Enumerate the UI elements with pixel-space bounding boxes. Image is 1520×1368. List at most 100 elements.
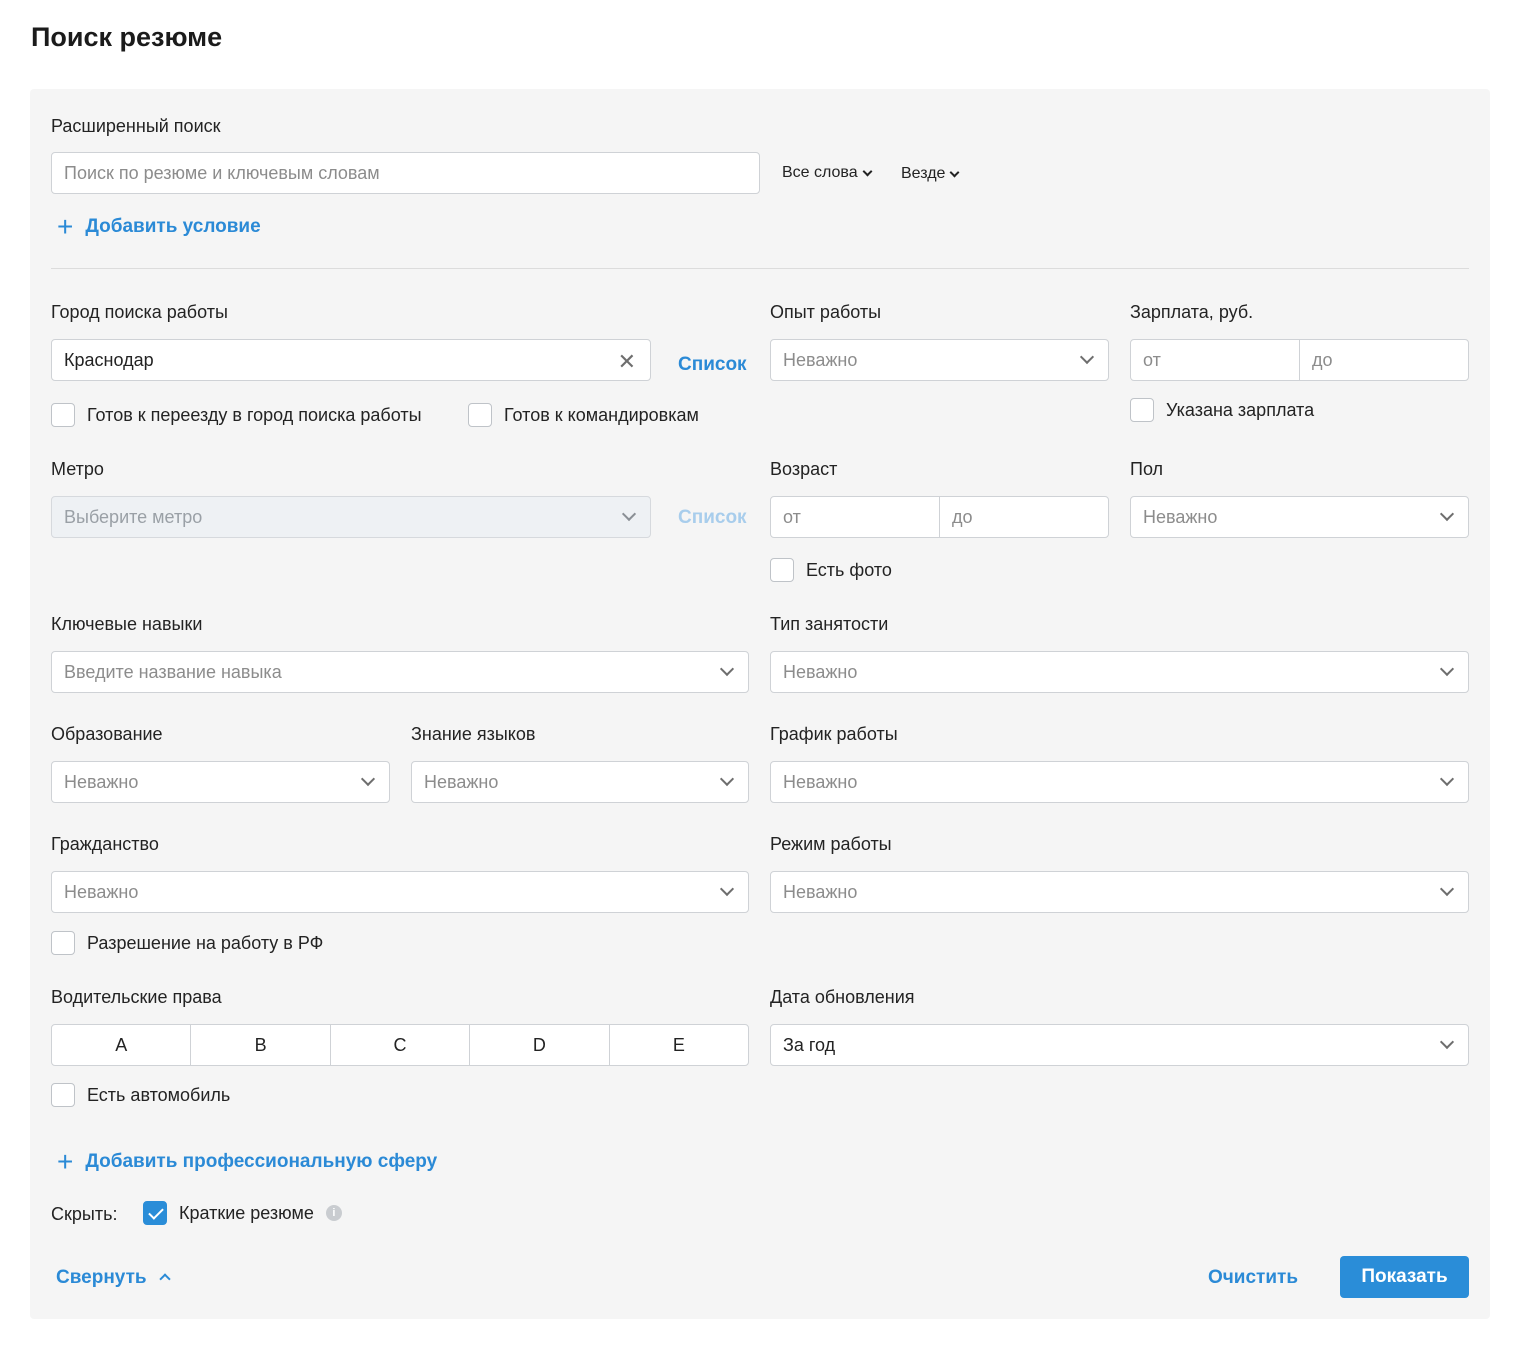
- experience-select[interactable]: Неважно: [770, 339, 1109, 381]
- metro-label: Метро: [51, 459, 104, 479]
- gender-select[interactable]: Неважно: [1130, 496, 1469, 538]
- advanced-search-label: Расширенный поиск: [51, 116, 221, 136]
- city-list-link[interactable]: Список: [678, 354, 747, 376]
- metro-select[interactable]: Выберите метро: [51, 496, 651, 538]
- chevron-down-icon: [1079, 349, 1095, 365]
- chevron-down-icon: [1439, 506, 1455, 522]
- salary-to-placeholder: до: [1312, 349, 1333, 370]
- keyword-search-input[interactable]: Поиск по резюме и ключевым словам: [51, 152, 760, 194]
- city-input[interactable]: Краснодар ✕: [51, 339, 651, 381]
- relocate-checkbox[interactable]: Готов к переезду в город поиска работы: [51, 403, 422, 427]
- chevron-up-icon: [158, 1273, 171, 1285]
- clear-button[interactable]: Очистить: [1208, 1267, 1298, 1289]
- salary-from-placeholder: от: [1143, 349, 1161, 370]
- words-mode-dropdown[interactable]: Все слова: [782, 164, 873, 182]
- updated-select[interactable]: За год: [770, 1024, 1469, 1066]
- chevron-down-icon: [360, 771, 376, 787]
- education-select[interactable]: Неважно: [51, 761, 390, 803]
- checkbox-box[interactable]: [51, 931, 75, 955]
- work-mode-select[interactable]: Неважно: [770, 871, 1469, 913]
- divider: [51, 268, 1469, 269]
- chevron-down-icon: [1439, 661, 1455, 677]
- close-icon[interactable]: ✕: [618, 349, 636, 375]
- employment-value: Неважно: [783, 661, 858, 682]
- age-label: Возраст: [770, 459, 838, 479]
- where-mode-value: Везде: [901, 165, 946, 182]
- words-mode-value: Все слова: [782, 164, 858, 181]
- salary-range: от до: [1130, 339, 1469, 381]
- schedule-label: График работы: [770, 724, 898, 744]
- age-to-input[interactable]: до: [939, 497, 1108, 537]
- salary-from-input[interactable]: от: [1131, 340, 1299, 380]
- salary-specified-label: Указана зарплата: [1166, 399, 1315, 420]
- license-category-c[interactable]: C: [329, 1025, 469, 1065]
- add-condition-link[interactable]: + Добавить условие: [57, 213, 261, 241]
- schedule-value: Неважно: [783, 771, 858, 792]
- citizenship-label: Гражданство: [51, 834, 159, 854]
- page-title: Поиск резюме: [31, 22, 223, 52]
- age-from-placeholder: от: [783, 506, 801, 527]
- has-car-checkbox[interactable]: Есть автомобиль: [51, 1083, 230, 1107]
- license-category-b[interactable]: B: [190, 1025, 329, 1065]
- collapse-link[interactable]: Свернуть: [56, 1267, 171, 1289]
- work-permit-checkbox[interactable]: Разрешение на работу в РФ: [51, 931, 323, 955]
- languages-value: Неважно: [424, 771, 499, 792]
- has-photo-checkbox[interactable]: Есть фото: [770, 558, 892, 582]
- short-resumes-checkbox[interactable]: Краткие резюме i: [143, 1201, 342, 1225]
- license-category-a[interactable]: A: [52, 1025, 190, 1065]
- updated-value: За год: [783, 1034, 836, 1055]
- city-label: Город поиска работы: [51, 302, 228, 322]
- gender-label: Пол: [1130, 459, 1164, 479]
- updated-label: Дата обновления: [770, 987, 915, 1007]
- relocate-label: Готов к переезду в город поиска работы: [87, 404, 422, 425]
- short-resumes-label: Краткие резюме: [179, 1202, 314, 1223]
- work-mode-label: Режим работы: [770, 834, 892, 854]
- checkbox-checked[interactable]: [143, 1201, 167, 1225]
- employment-select[interactable]: Неважно: [770, 651, 1469, 693]
- checkbox-box[interactable]: [51, 403, 75, 427]
- chevron-down-icon: [719, 661, 735, 677]
- experience-value: Неважно: [783, 349, 858, 370]
- skills-label: Ключевые навыки: [51, 614, 203, 634]
- skills-placeholder: Введите название навыка: [64, 661, 282, 682]
- checkbox-box[interactable]: [1130, 398, 1154, 422]
- salary-label: Зарплата, руб.: [1130, 302, 1254, 322]
- show-button[interactable]: Показать: [1340, 1256, 1469, 1298]
- languages-select[interactable]: Неважно: [411, 761, 749, 803]
- license-category-e[interactable]: E: [608, 1025, 748, 1065]
- age-range: от до: [770, 496, 1109, 538]
- schedule-select[interactable]: Неважно: [770, 761, 1469, 803]
- plus-icon: +: [57, 1146, 74, 1177]
- metro-placeholder: Выберите метро: [64, 506, 203, 527]
- chevron-down-icon: [1439, 881, 1455, 897]
- add-sphere-link[interactable]: + Добавить профессиональную сферу: [57, 1148, 437, 1176]
- checkbox-box[interactable]: [468, 403, 492, 427]
- chevron-down-icon: [719, 771, 735, 787]
- citizenship-value: Неважно: [64, 881, 139, 902]
- employment-label: Тип занятости: [770, 614, 889, 634]
- plus-icon: +: [57, 211, 74, 242]
- salary-to-input[interactable]: до: [1299, 340, 1468, 380]
- has-photo-label: Есть фото: [806, 559, 892, 580]
- license-category-d[interactable]: D: [469, 1025, 608, 1065]
- info-icon[interactable]: i: [325, 1205, 342, 1221]
- chevron-down-icon: [1439, 771, 1455, 787]
- age-from-input[interactable]: от: [771, 497, 939, 537]
- education-value: Неважно: [64, 771, 139, 792]
- skills-input[interactable]: Введите название навыка: [51, 651, 749, 693]
- work-permit-label: Разрешение на работу в РФ: [87, 932, 324, 953]
- where-mode-dropdown[interactable]: Везде: [901, 165, 960, 183]
- checkbox-box[interactable]: [770, 558, 794, 582]
- checkbox-box[interactable]: [51, 1083, 75, 1107]
- keyword-search-placeholder: Поиск по резюме и ключевым словам: [64, 162, 380, 183]
- experience-label: Опыт работы: [770, 302, 882, 322]
- add-condition-label: Добавить условие: [85, 216, 261, 237]
- chevron-down-icon: [949, 167, 960, 177]
- chevron-down-icon: [862, 166, 873, 176]
- business-trips-checkbox[interactable]: Готов к командировкам: [468, 403, 699, 427]
- has-car-label: Есть автомобиль: [87, 1084, 231, 1105]
- salary-specified-checkbox[interactable]: Указана зарплата: [1130, 398, 1314, 422]
- metro-list-link[interactable]: Список: [678, 507, 747, 529]
- languages-label: Знание языков: [411, 724, 536, 744]
- citizenship-select[interactable]: Неважно: [51, 871, 749, 913]
